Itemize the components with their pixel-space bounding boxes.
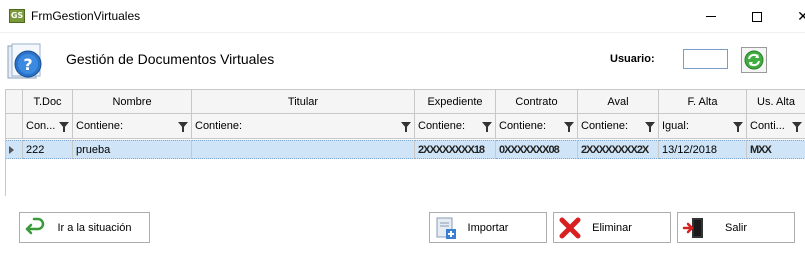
- filter-cell-us-alta[interactable]: Conti...: [747, 114, 805, 139]
- go-to-situation-label: Ir a la situación: [57, 221, 132, 234]
- window-title: FrmGestionVirtuales: [31, 9, 141, 23]
- refresh-button[interactable]: [741, 47, 767, 73]
- filter-operator: Contiene:: [499, 120, 547, 132]
- column-header-titular[interactable]: Titular: [192, 90, 415, 114]
- minimize-button[interactable]: [688, 0, 734, 33]
- user-label: Usuario:: [610, 53, 655, 65]
- column-header-nombre[interactable]: Nombre: [73, 90, 192, 114]
- filter-cell-titular[interactable]: Contiene:: [192, 114, 415, 139]
- column-header-tdoc[interactable]: T.Doc: [23, 90, 73, 114]
- filter-operator: Contiene:: [581, 120, 629, 132]
- row-indicator-filter: [6, 114, 23, 139]
- cell-us-alta[interactable]: MXX: [747, 140, 805, 159]
- filter-cell-contrato[interactable]: Contiene:: [496, 114, 578, 139]
- filter-icon[interactable]: [401, 122, 411, 132]
- grid-filter-row: Con... Contiene: Contiene: Contiene: Con…: [6, 114, 805, 139]
- filter-icon[interactable]: [59, 122, 69, 132]
- import-button[interactable]: Importar: [429, 212, 547, 243]
- row-pointer-icon: [9, 145, 14, 154]
- column-header-expediente[interactable]: Expediente: [415, 90, 496, 114]
- filter-icon[interactable]: [733, 122, 743, 132]
- cell-titular[interactable]: [192, 140, 415, 159]
- filter-cell-nombre[interactable]: Contiene:: [73, 114, 192, 139]
- maximize-icon: [752, 11, 762, 22]
- filter-cell-f-alta[interactable]: Igual:: [659, 114, 747, 139]
- refresh-icon: [744, 50, 764, 70]
- column-header-us-alta[interactable]: Us. Alta: [747, 90, 805, 114]
- column-header-aval[interactable]: Aval: [578, 90, 659, 114]
- go-to-situation-button[interactable]: Ir a la situación: [19, 212, 150, 243]
- delete-label: Eliminar: [592, 221, 632, 234]
- import-label: Importar: [467, 221, 509, 234]
- close-icon: ✕: [797, 8, 805, 25]
- filter-cell-aval[interactable]: Contiene:: [578, 114, 659, 139]
- filter-cell-expediente[interactable]: Contiene:: [415, 114, 496, 139]
- filter-icon[interactable]: [564, 122, 574, 132]
- filter-icon[interactable]: [482, 122, 492, 132]
- filter-cell-tdoc[interactable]: Con...: [23, 114, 73, 139]
- filter-operator: Contiene:: [418, 120, 466, 132]
- maximize-button[interactable]: [734, 0, 780, 33]
- filter-operator: Igual:: [662, 120, 689, 132]
- filter-icon[interactable]: [792, 122, 802, 132]
- table-row[interactable]: 222 prueba 2XXXXXXXX18 0XXXXXXX08 2XXXXX…: [6, 140, 805, 159]
- cell-f-alta[interactable]: 13/12/2018: [659, 140, 747, 159]
- filter-operator: Con...: [26, 120, 56, 132]
- filter-operator: Contiene:: [76, 120, 124, 132]
- column-header-f-alta[interactable]: F. Alta: [659, 90, 747, 114]
- cell-nombre[interactable]: prueba: [73, 140, 192, 159]
- help-document-icon: ?: [7, 43, 42, 79]
- title-bar: GS FrmGestionVirtuales ✕: [0, 0, 805, 33]
- cell-aval[interactable]: 2XXXXXXXX2X: [578, 140, 659, 159]
- page-title: Gestión de Documentos Virtuales: [66, 51, 275, 67]
- filter-operator: Conti...: [750, 120, 785, 132]
- documents-grid: T.Doc Nombre Titular Expediente Contrato…: [5, 89, 805, 196]
- form-header: ? Gestión de Documentos Virtuales Usuari…: [0, 33, 805, 88]
- delete-button[interactable]: Eliminar: [553, 212, 671, 243]
- row-indicator-header: [6, 90, 23, 114]
- user-field[interactable]: [683, 49, 728, 69]
- cell-expediente[interactable]: 2XXXXXXXX18: [415, 140, 496, 159]
- exit-label: Salir: [724, 221, 747, 234]
- close-button[interactable]: ✕: [780, 0, 805, 33]
- exit-button[interactable]: Salir: [677, 212, 795, 243]
- grid-header-row: T.Doc Nombre Titular Expediente Contrato…: [6, 90, 805, 114]
- cell-tdoc[interactable]: 222: [23, 140, 73, 159]
- filter-icon[interactable]: [178, 122, 188, 132]
- filter-icon[interactable]: [645, 122, 655, 132]
- cell-contrato[interactable]: 0XXXXXXX08: [496, 140, 578, 159]
- column-header-contrato[interactable]: Contrato: [496, 90, 578, 114]
- row-indicator[interactable]: [6, 140, 23, 159]
- minimize-icon: [706, 16, 716, 17]
- filter-operator: Contiene:: [195, 120, 243, 132]
- app-icon: GS: [9, 9, 25, 23]
- svg-text:?: ?: [23, 55, 32, 74]
